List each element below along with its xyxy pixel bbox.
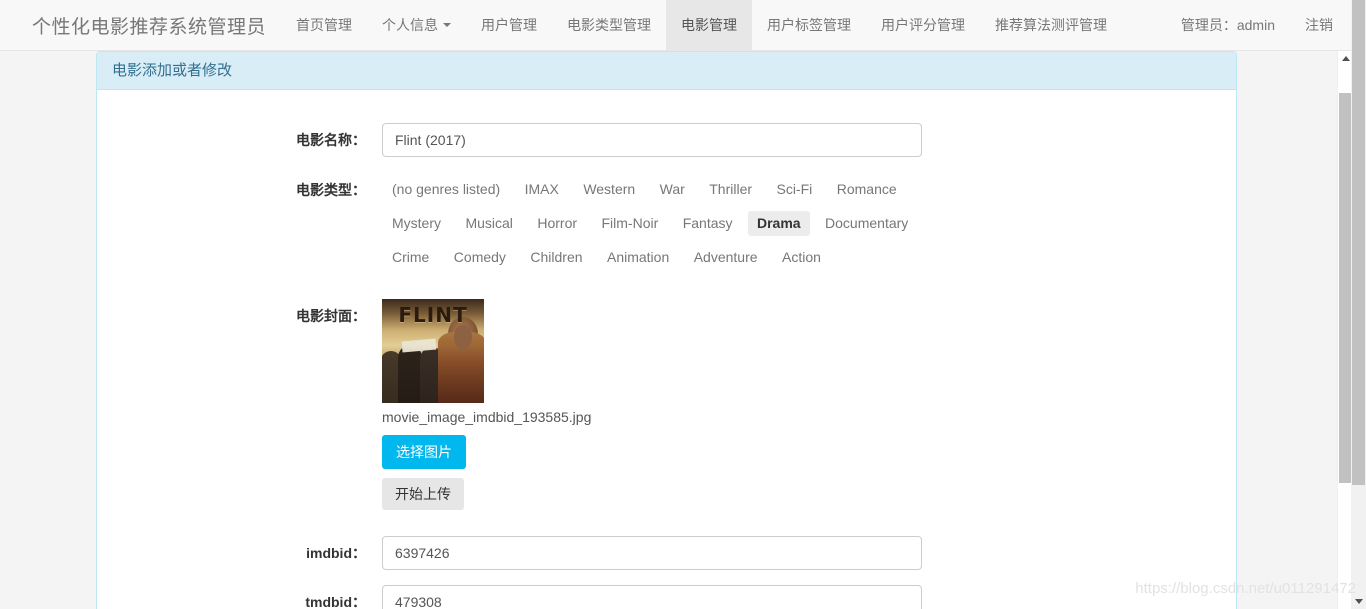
- form-row-movie-name: 电影名称：: [112, 123, 1221, 157]
- upload-button-wrap: 开始上传: [382, 469, 1221, 510]
- current-admin-label[interactable]: 管理员：admin: [1166, 0, 1290, 50]
- genre-tag[interactable]: War: [651, 177, 694, 202]
- genre-row: Crime Comedy Children Animation Adventur…: [382, 243, 942, 277]
- genre-tag[interactable]: Musical: [456, 211, 521, 236]
- outer-scrollbar[interactable]: [1351, 0, 1366, 609]
- tmdbid-label: tmdbid：: [305, 594, 366, 609]
- form-row-genres: 电影类型： (no genres listed) IMAX Western Wa…: [112, 173, 1221, 277]
- genre-label: 电影类型：: [296, 182, 366, 198]
- nav-item-label: 电影管理: [681, 17, 738, 33]
- genre-field-wrap: (no genres listed) IMAX Western War Thri…: [382, 173, 1221, 277]
- chevron-down-icon: [443, 23, 452, 27]
- top-navbar: 个性化电影推荐系统管理员 首页管理 个人信息 用户管理 电影类型管理 电影管理 …: [0, 0, 1366, 51]
- nav-item-label: 电影类型管理: [567, 17, 652, 33]
- genre-tag[interactable]: Adventure: [685, 245, 767, 270]
- tmdbid-field-wrap: [382, 585, 1221, 609]
- logout-link[interactable]: 注销: [1290, 0, 1348, 50]
- cover-field-wrap: FLINT movie_image_imdbid_193585.jpg 选择图片…: [382, 299, 1221, 510]
- genre-tag[interactable]: Action: [773, 245, 830, 270]
- form-row-cover: 电影封面： FLINT movie_image_imdbid_193585.jp…: [112, 299, 1221, 510]
- nav-item-user-tag-management[interactable]: 用户标签管理: [752, 0, 866, 50]
- brand-title[interactable]: 个性化电影推荐系统管理员: [0, 0, 281, 50]
- movie-name-input[interactable]: [382, 123, 922, 157]
- genre-tag[interactable]: Western: [574, 177, 644, 202]
- poster-title-text: FLINT: [398, 303, 468, 327]
- page-area: 电影添加或者修改 电影名称： 电影类型： (no genres lis: [0, 51, 1366, 609]
- outer-scrollbar-thumb[interactable]: [1352, 0, 1365, 485]
- genre-row: Mystery Musical Horror Film-Noir Fantasy…: [382, 209, 942, 243]
- genre-tag[interactable]: Sci-Fi: [767, 177, 821, 202]
- movie-poster-thumbnail[interactable]: FLINT: [382, 299, 484, 403]
- genre-tag[interactable]: Children: [521, 245, 591, 270]
- genre-tag[interactable]: Crime: [383, 245, 438, 270]
- nav-item-label: 个人信息: [382, 17, 439, 33]
- nav-item-algorithm-eval-management[interactable]: 推荐算法测评管理: [980, 0, 1122, 50]
- choose-image-button[interactable]: 选择图片: [382, 435, 466, 469]
- nav-links: 首页管理 个人信息 用户管理 电影类型管理 电影管理 用户标签管理 用户评分管理…: [281, 0, 1122, 50]
- genre-tag[interactable]: Comedy: [445, 245, 515, 270]
- genre-tag-selected[interactable]: Drama: [747, 211, 810, 237]
- nav-item-user-rating-management[interactable]: 用户评分管理: [866, 0, 980, 50]
- movie-name-field-wrap: [382, 123, 1221, 157]
- genre-tag[interactable]: Mystery: [383, 211, 450, 236]
- form-row-imdbid: imdbid：: [112, 536, 1221, 570]
- genre-tag[interactable]: Thriller: [700, 177, 761, 202]
- nav-item-movie-management[interactable]: 电影管理: [666, 0, 753, 50]
- nav-item-genre-management[interactable]: 电影类型管理: [552, 0, 666, 50]
- cover-label: 电影封面：: [296, 308, 366, 324]
- uploaded-file-name: movie_image_imdbid_193585.jpg: [382, 409, 592, 425]
- genre-tag[interactable]: Documentary: [816, 211, 917, 236]
- genre-tag[interactable]: Animation: [598, 245, 678, 270]
- genre-tag[interactable]: Romance: [828, 177, 906, 202]
- nav-right-group: 管理员：admin 注销: [1166, 0, 1366, 50]
- imdbid-label: imdbid：: [306, 545, 366, 561]
- imdbid-field-wrap: [382, 536, 1221, 570]
- start-upload-button[interactable]: 开始上传: [382, 478, 464, 510]
- nav-item-home-management[interactable]: 首页管理: [281, 0, 367, 50]
- genre-tag[interactable]: Film-Noir: [593, 211, 668, 236]
- movie-name-label: 电影名称：: [296, 132, 366, 148]
- genre-tag[interactable]: Horror: [528, 211, 586, 236]
- nav-item-label: 用户管理: [481, 17, 538, 33]
- genre-tag-cloud: (no genres listed) IMAX Western War Thri…: [382, 173, 942, 277]
- genre-tag[interactable]: IMAX: [516, 177, 568, 202]
- nav-item-personal-info[interactable]: 个人信息: [367, 0, 466, 50]
- nav-item-label: 推荐算法测评管理: [995, 17, 1108, 33]
- form-row-tmdbid: tmdbid：: [112, 585, 1221, 609]
- content-column: 电影添加或者修改 电影名称： 电影类型： (no genres lis: [96, 51, 1237, 609]
- movie-edit-panel: 电影添加或者修改 电影名称： 电影类型： (no genres lis: [96, 51, 1237, 609]
- inner-scrollbar[interactable]: [1337, 51, 1352, 609]
- genre-row: (no genres listed) IMAX Western War Thri…: [382, 175, 942, 209]
- tmdbid-input[interactable]: [382, 585, 922, 609]
- imdbid-input[interactable]: [382, 536, 922, 570]
- nav-item-label: 用户评分管理: [881, 17, 966, 33]
- nav-item-label: 首页管理: [296, 17, 353, 33]
- genre-tag[interactable]: Fantasy: [674, 211, 742, 236]
- panel-body: 电影名称： 电影类型： (no genres listed) IMAX West: [97, 90, 1236, 609]
- nav-item-label: 用户标签管理: [767, 17, 852, 33]
- nav-item-user-management[interactable]: 用户管理: [466, 0, 552, 50]
- genre-tag[interactable]: (no genres listed): [383, 177, 509, 202]
- poster-vignette: [382, 345, 484, 403]
- scroll-down-arrow-icon[interactable]: [1351, 594, 1366, 609]
- panel-heading: 电影添加或者修改: [97, 52, 1236, 90]
